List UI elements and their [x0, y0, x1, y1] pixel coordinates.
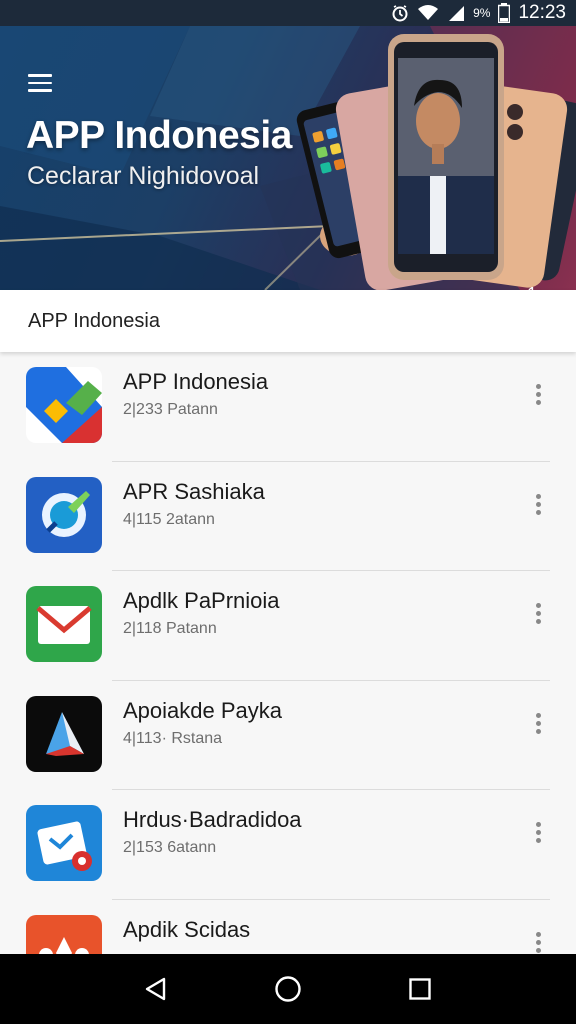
overflow-menu-icon[interactable] — [528, 601, 548, 627]
app-meta: 2|153 6atann — [123, 839, 217, 856]
app-meta: 2|233 Patann — [123, 401, 218, 418]
mail-app-icon[interactable] — [26, 586, 102, 662]
section-header: APP Indonesia — [0, 290, 576, 352]
app-meta: 4|113· Rstana — [123, 729, 223, 747]
overflow-menu-icon[interactable] — [528, 492, 548, 518]
overflow-menu-icon[interactable] — [528, 711, 548, 737]
app-name: APR Sashiaka — [123, 478, 265, 504]
section-title: APP Indonesia — [28, 309, 160, 332]
list-item[interactable]: APR Sashiaka 4|115 2atann — [0, 462, 576, 571]
status-bar: 9% 12:23 — [0, 0, 576, 26]
hero-subtitle: Ceclarar Nighidovoal — [27, 162, 260, 190]
battery-percent: 9% — [473, 6, 491, 20]
list-item[interactable]: Apdik Scidas — [0, 900, 576, 955]
battery-icon — [498, 3, 511, 23]
app-name: Apdik Scidas — [123, 916, 251, 942]
star-app-icon[interactable] — [26, 914, 102, 954]
home-icon[interactable] — [272, 973, 304, 1005]
app-name: APP Indonesia — [123, 369, 269, 394]
app-meta: 4|115 2atann — [123, 510, 215, 528]
recents-icon[interactable] — [404, 973, 436, 1005]
bookmark-app-icon[interactable] — [26, 367, 102, 443]
app-name: Apdlk PaPrnioia — [123, 588, 280, 613]
navigation-bar — [0, 954, 576, 1024]
menu-button[interactable] — [28, 74, 52, 92]
status-time: 12:23 — [518, 2, 566, 23]
triangle-app-icon[interactable] — [26, 695, 102, 772]
app-name: Hrdus·Badradidoa — [123, 807, 302, 832]
pin-app-icon[interactable] — [26, 476, 102, 553]
overflow-menu-icon[interactable] — [528, 382, 548, 408]
list-item[interactable]: APP Indonesia 2|233 Patann — [0, 352, 576, 462]
hero-banner[interactable]: APP Indonesia Ceclarar Nighidovoal 1ayo — [0, 26, 576, 290]
list-item[interactable]: Apdlk PaPrnioia 2|118 Patann — [0, 571, 576, 681]
overflow-menu-icon[interactable] — [528, 930, 548, 955]
signal-icon — [447, 4, 465, 22]
overflow-menu-icon[interactable] — [528, 820, 548, 846]
app-name: Apoiakde Payka — [123, 697, 282, 723]
app-meta: 2|118 Patann — [123, 620, 217, 637]
list-item[interactable]: Hrdus·Badradidoa 2|153 6atann — [0, 790, 576, 900]
app-list[interactable]: APP Indonesia 2|233 Patann APR Sashiaka … — [0, 352, 576, 954]
alarm-icon — [391, 4, 409, 22]
envelope-app-icon[interactable] — [26, 805, 102, 881]
hero-background-art — [0, 26, 576, 290]
hero-title: APP Indonesia — [26, 114, 292, 157]
list-item[interactable]: Apoiakde Payka 4|113· Rstana — [0, 681, 576, 790]
wifi-icon — [417, 4, 439, 22]
back-icon[interactable] — [140, 973, 172, 1005]
